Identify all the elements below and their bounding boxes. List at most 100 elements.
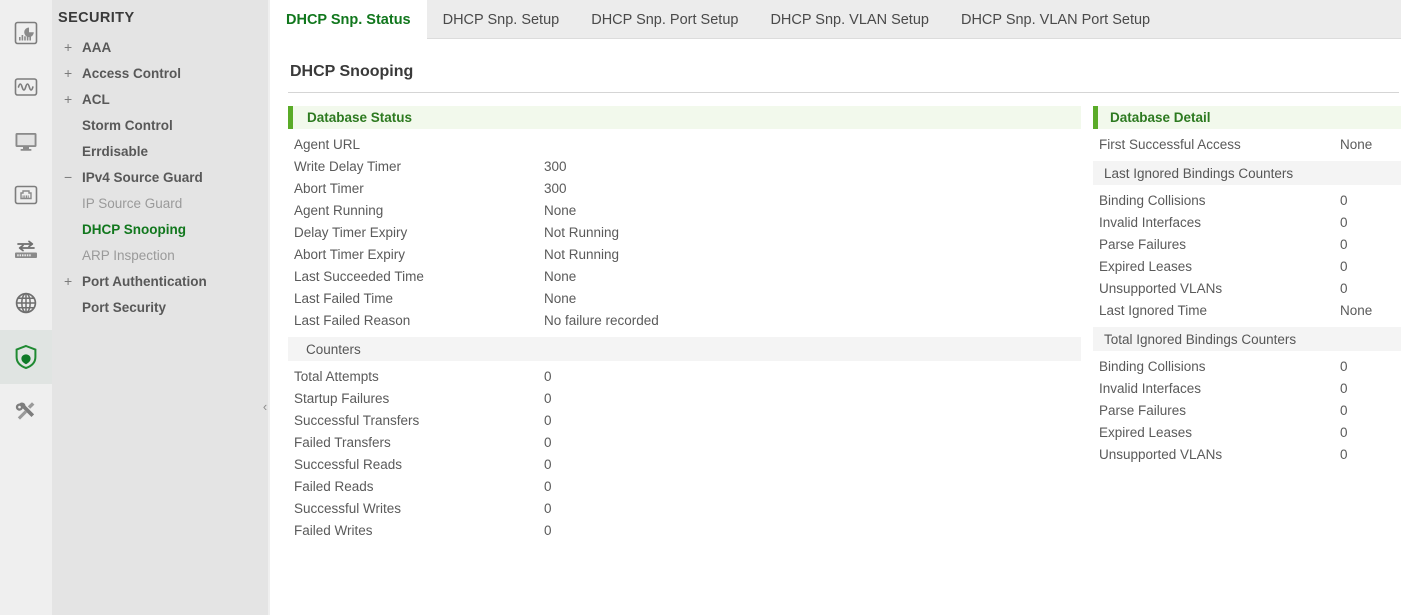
counters-sub-header: Counters: [288, 337, 1081, 361]
counter-row-value: 0: [544, 501, 1081, 516]
last-ignored-sub-header: Last Ignored Bindings Counters: [1093, 161, 1401, 185]
sidebar-item-arp-inspection[interactable]: ARP Inspection: [52, 242, 268, 268]
rail-item-security[interactable]: [0, 330, 52, 384]
tab-dhcp-snp-vlan-port-setup[interactable]: DHCP Snp. VLAN Port Setup: [945, 0, 1166, 39]
counter-row-label: Failed Writes: [288, 523, 544, 538]
last-ignored-row: Binding Collisions0: [1093, 189, 1401, 211]
sidebar-item-label: AAA: [82, 40, 111, 55]
last-ignored-row-label: Parse Failures: [1093, 237, 1340, 252]
database-status-row-label: Write Delay Timer: [288, 159, 544, 174]
sidebar-item-label: Port Security: [82, 300, 166, 315]
sidebar-item-access-control[interactable]: +Access Control: [52, 60, 268, 86]
tab-dhcp-snp-vlan-setup[interactable]: DHCP Snp. VLAN Setup: [754, 0, 945, 39]
rail-item-network-globe[interactable]: [0, 276, 52, 330]
counters-rows: Total Attempts0Startup Failures0Successf…: [288, 361, 1081, 541]
tab-dhcp-snp-status[interactable]: DHCP Snp. Status: [270, 0, 427, 39]
database-status-row-label: Last Failed Time: [288, 291, 544, 306]
expand-plus-icon[interactable]: +: [64, 65, 82, 81]
sidebar-item-label: Access Control: [82, 66, 181, 81]
rail-item-display[interactable]: [0, 114, 52, 168]
tab-dhcp-snp-port-setup[interactable]: DHCP Snp. Port Setup: [575, 0, 754, 39]
last-ignored-row-label: Unsupported VLANs: [1093, 281, 1340, 296]
rail-item-monitoring[interactable]: [0, 60, 52, 114]
collapse-minus-icon[interactable]: −: [64, 169, 82, 185]
counter-row-value: 0: [544, 457, 1081, 472]
sidebar-item-ip-source-guard[interactable]: IP Source Guard: [52, 190, 268, 216]
monitoring-icon: [13, 74, 39, 100]
last-ignored-row: Unsupported VLANs0: [1093, 277, 1401, 299]
database-detail-rows: First Successful AccessNone: [1093, 129, 1401, 155]
database-detail-header: Database Detail: [1093, 106, 1401, 129]
sidebar-item-aaa[interactable]: +AAA: [52, 34, 268, 60]
sidebar-item-label: Port Authentication: [82, 274, 207, 289]
total-ignored-row-value: 0: [1340, 359, 1401, 374]
rail-item-switching[interactable]: [0, 222, 52, 276]
rail-item-ethernet-port[interactable]: [0, 168, 52, 222]
counter-row: Startup Failures0: [288, 387, 1081, 409]
accent-bar: [288, 106, 293, 129]
switching-icon: [12, 236, 40, 262]
database-status-row-value: Not Running: [544, 225, 1081, 240]
sidebar-item-label: IP Source Guard: [82, 196, 182, 211]
total-ignored-sub-header: Total Ignored Bindings Counters: [1093, 327, 1401, 351]
total-ignored-row-label: Parse Failures: [1093, 403, 1340, 418]
sidebar-item-label: Storm Control: [82, 118, 173, 133]
database-status-row-value: Not Running: [544, 247, 1081, 262]
sidebar-item-storm-control[interactable]: Storm Control: [52, 112, 268, 138]
database-status-row-label: Abort Timer Expiry: [288, 247, 544, 262]
sidebar-title: SECURITY: [52, 8, 268, 34]
counter-row-value: 0: [544, 523, 1081, 538]
database-status-row: Abort Timer300: [288, 177, 1081, 199]
database-detail-row-label: First Successful Access: [1093, 137, 1340, 152]
page-title: DHCP Snooping: [288, 39, 1401, 92]
counter-row-label: Failed Reads: [288, 479, 544, 494]
rail-item-dashboard[interactable]: [0, 6, 52, 60]
last-ignored-row-value: 0: [1340, 259, 1401, 274]
sidebar-item-dhcp-snooping[interactable]: DHCP Snooping: [52, 216, 268, 242]
sidebar-item-port-authentication[interactable]: +Port Authentication: [52, 268, 268, 294]
counter-row-label: Failed Transfers: [288, 435, 544, 450]
sidebar-item-acl[interactable]: +ACL: [52, 86, 268, 112]
total-ignored-row-label: Expired Leases: [1093, 425, 1340, 440]
tab-dhcp-snp-setup[interactable]: DHCP Snp. Setup: [427, 0, 576, 39]
counter-row: Successful Reads0: [288, 453, 1081, 475]
total-ignored-row-label: Invalid Interfaces: [1093, 381, 1340, 396]
panel-gap: [1081, 106, 1093, 541]
last-ignored-row: Invalid Interfaces0: [1093, 211, 1401, 233]
total-ignored-row-value: 0: [1340, 425, 1401, 440]
sidebar-item-label: IPv4 Source Guard: [82, 170, 203, 185]
rail-item-maintenance[interactable]: [0, 384, 52, 438]
database-detail-panel: Database Detail First Successful AccessN…: [1093, 106, 1401, 541]
database-status-row: Last Succeeded TimeNone: [288, 265, 1081, 287]
database-status-row-label: Agent URL: [288, 137, 544, 152]
database-status-header-label: Database Status: [307, 110, 412, 125]
last-ignored-row: Parse Failures0: [1093, 233, 1401, 255]
database-status-row-value: None: [544, 203, 1081, 218]
sidebar-item-label: DHCP Snooping: [82, 222, 186, 237]
counter-row-value: 0: [544, 413, 1081, 428]
database-status-row-label: Agent Running: [288, 203, 544, 218]
database-status-rows: Agent URLWrite Delay Timer300Abort Timer…: [288, 129, 1081, 331]
expand-plus-icon[interactable]: +: [64, 39, 82, 55]
counter-row: Failed Reads0: [288, 475, 1081, 497]
sidebar-item-errdisable[interactable]: Errdisable: [52, 138, 268, 164]
database-status-row-label: Delay Timer Expiry: [288, 225, 544, 240]
expand-plus-icon[interactable]: +: [64, 91, 82, 107]
sidebar-item-port-security[interactable]: Port Security: [52, 294, 268, 320]
database-status-row-value: None: [544, 291, 1081, 306]
counter-row-value: 0: [544, 391, 1081, 406]
counter-row: Successful Writes0: [288, 497, 1081, 519]
total-ignored-row: Parse Failures0: [1093, 399, 1401, 421]
ethernet-port-icon: [13, 182, 39, 208]
expand-plus-icon[interactable]: +: [64, 273, 82, 289]
last-ignored-row-value: 0: [1340, 237, 1401, 252]
sidebar-item-ipv4-source-guard[interactable]: −IPv4 Source Guard: [52, 164, 268, 190]
database-status-row: Agent URL: [288, 133, 1081, 155]
last-ignored-row-label: Invalid Interfaces: [1093, 215, 1340, 230]
security-shield-icon: [12, 343, 40, 371]
database-status-row: Delay Timer ExpiryNot Running: [288, 221, 1081, 243]
counter-row: Successful Transfers0: [288, 409, 1081, 431]
last-ignored-row-label: Expired Leases: [1093, 259, 1340, 274]
maintenance-tools-icon: [12, 398, 40, 424]
database-status-row-label: Abort Timer: [288, 181, 544, 196]
